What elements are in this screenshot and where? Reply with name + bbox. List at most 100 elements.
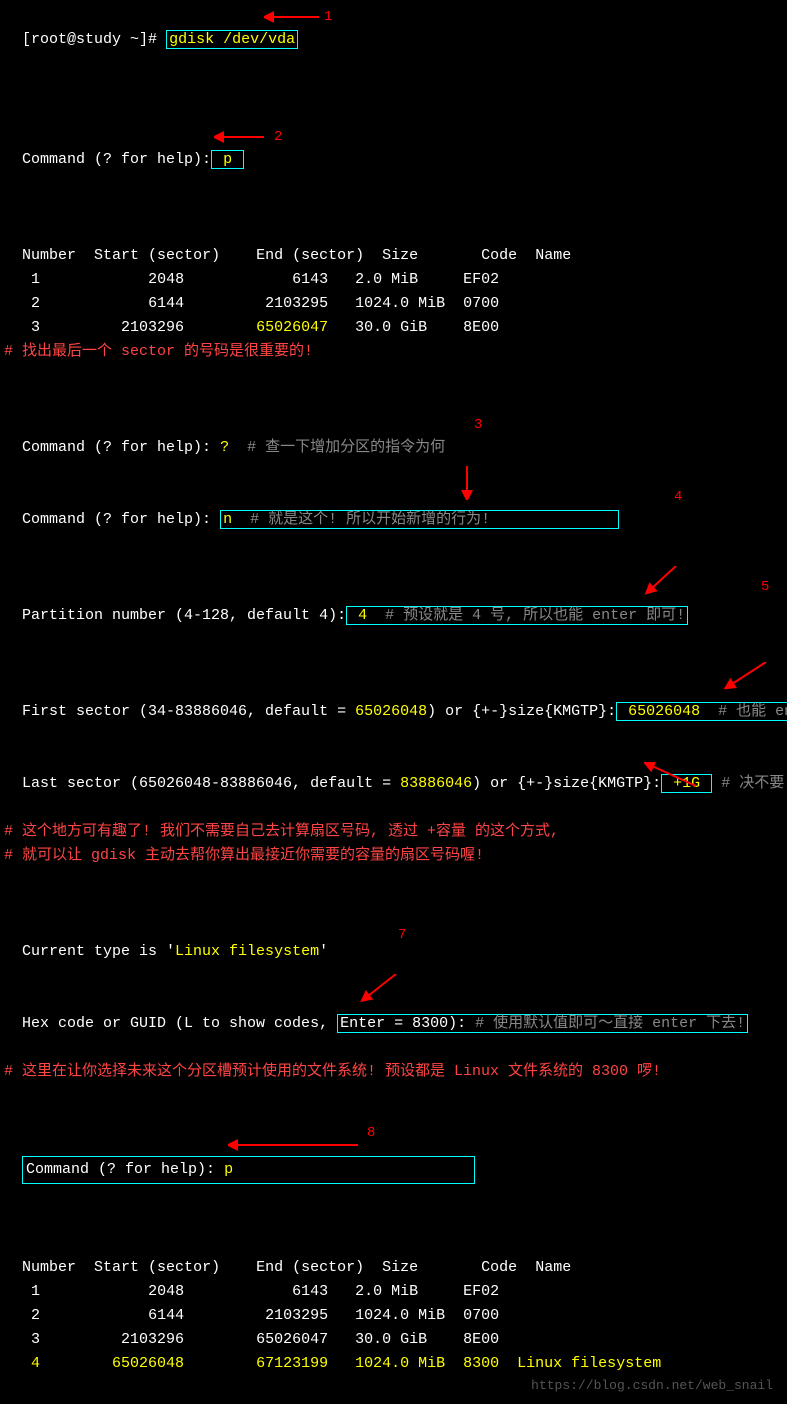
table-row-new: 4 65026048 67123199 1024.0 MiB 8300 Linu… <box>4 1352 783 1400</box>
annotation-3: 3 <box>474 414 482 436</box>
prompt: [root@study ~]# <box>22 31 157 48</box>
cell: 3 <box>31 319 40 336</box>
partition-prompt: Partition number (4-128, default 4): <box>22 607 346 624</box>
cell: Linux filesystem <box>517 1355 661 1372</box>
cell: 1 <box>31 271 40 288</box>
annotation-8: 8 <box>367 1122 375 1144</box>
command-1: gdisk /dev/vda <box>169 31 295 48</box>
cell: 2.0 MiB <box>355 271 418 288</box>
help-prompt: Command (? for help): <box>22 151 211 168</box>
help-prompt: Command (? for help): <box>22 511 211 528</box>
comment-partition: # 预设就是 4 号, 所以也能 enter 即可! <box>385 607 685 624</box>
annotation-5: 5 <box>761 576 769 598</box>
first-prompt2: ) or {+-}size{KMGTP}: <box>427 703 616 720</box>
cell: 2 <box>31 1307 40 1324</box>
terminal-line-3: Command (? for help): ? # 查一下增加分区的指令为何 3 <box>4 412 783 484</box>
last-box: +1G <box>661 774 712 793</box>
comment-hex: # 使用默认值即可～直接 enter 下去! <box>475 1015 745 1032</box>
partition-box: 4 # 预设就是 4 号, 所以也能 enter 即可! <box>346 606 688 625</box>
comment-q: # 查一下增加分区的指令为何 <box>247 439 445 456</box>
cmd-p: p <box>223 151 232 168</box>
first-default: 65026048 <box>355 703 427 720</box>
col-code: Code <box>481 1259 517 1276</box>
command-p2-line: Command (? for help): p 8 <box>4 1132 783 1232</box>
table-row: 1 2048 6143 2.0 MiB EF02 <box>4 268 783 292</box>
comment-2b: # 就可以让 gdisk 主动去帮你算出最接近你需要的容量的扇区号码喔! <box>4 844 783 868</box>
command-box-1: gdisk /dev/vda <box>166 30 298 49</box>
command-box-n: n # 就是这个! 所以开始新增的行为! <box>220 510 619 529</box>
cell: 1024.0 MiB <box>355 295 445 312</box>
comment-n: # 就是这个! 所以开始新增的行为! <box>250 511 490 528</box>
col-start: Start (sector) <box>94 247 220 264</box>
col-number: Number <box>22 1259 76 1276</box>
col-size: Size <box>382 1259 418 1276</box>
col-end: End (sector) <box>256 247 364 264</box>
cell: 8E00 <box>463 319 499 336</box>
terminal-line-2: Command (? for help): p 2 <box>4 124 783 220</box>
cell: 2103295 <box>265 295 328 312</box>
col-name: Name <box>535 1259 571 1276</box>
partition-line: Partition number (4-128, default 4): 4 #… <box>4 580 783 676</box>
help-prompt: Command (? for help): <box>26 1161 215 1178</box>
last-val: +1G <box>673 775 700 792</box>
hex-box: Enter = 8300): # 使用默认值即可～直接 enter 下去! <box>337 1014 748 1033</box>
cell: 4 <box>31 1355 40 1372</box>
last-sector-line: Last sector (65026048-83886046, default … <box>4 748 783 820</box>
annotation-4: 4 <box>674 486 682 508</box>
last-default: 83886046 <box>400 775 472 792</box>
cell: 2048 <box>148 271 184 288</box>
current-type-label: Current type is ' <box>22 943 175 960</box>
first-sector-line: First sector (34-83886046, default = 650… <box>4 676 783 748</box>
cell: 1 <box>31 1283 40 1300</box>
current-type-end: ' <box>319 943 328 960</box>
col-size: Size <box>382 247 418 264</box>
comment-2a: # 这个地方可有趣了! 我们不需要自己去计算扇区号码, 透过 +容量 的这个方式… <box>4 820 783 844</box>
annotation-2: 2 <box>274 126 282 148</box>
annotation-7: 7 <box>398 924 406 946</box>
comment-first: # 也能 enter <box>718 703 787 720</box>
cmd-p2: p <box>224 1161 233 1178</box>
cell: 1024.0 MiB <box>355 1355 445 1372</box>
cell: 2.0 MiB <box>355 1283 418 1300</box>
table-row: 2 6144 2103295 1024.0 MiB 0700 <box>4 1304 783 1328</box>
table-row: 2 6144 2103295 1024.0 MiB 0700 <box>4 292 783 316</box>
arrow-red-icon <box>264 10 319 24</box>
cell: 2048 <box>148 1283 184 1300</box>
cmd-n: n <box>223 511 232 528</box>
cell: 65026048 <box>112 1355 184 1372</box>
cell: 30.0 GiB <box>355 319 427 336</box>
cell: 2103296 <box>121 319 184 336</box>
table-row: 1 2048 6143 2.0 MiB EF02 <box>4 1280 783 1304</box>
cell: 30.0 GiB <box>355 1331 427 1348</box>
last-prompt2: ) or {+-}size{KMGTP}: <box>472 775 661 792</box>
cell: 1024.0 MiB <box>355 1307 445 1324</box>
cell: 2 <box>31 295 40 312</box>
command-box-2: p <box>211 150 244 169</box>
col-end: End (sector) <box>256 1259 364 1276</box>
first-prompt: First sector (34-83886046, default = <box>22 703 355 720</box>
current-type-line: Current type is 'Linux filesystem' 7 <box>4 916 783 988</box>
hex-prompt2: ): <box>448 1015 466 1032</box>
cell: 67123199 <box>256 1355 328 1372</box>
col-code: Code <box>481 247 517 264</box>
command-box-p2: Command (? for help): p <box>22 1156 475 1184</box>
table2-header: Number Start (sector) End (sector) Size … <box>4 1232 783 1280</box>
cell: 8300 <box>463 1355 499 1372</box>
cell: EF02 <box>463 1283 499 1300</box>
cell: 3 <box>31 1331 40 1348</box>
cell: 0700 <box>463 1307 499 1324</box>
cell: 6144 <box>148 295 184 312</box>
table-row: 3 2103296 65026047 30.0 GiB 8E00 <box>4 1328 783 1352</box>
cell: 6143 <box>292 1283 328 1300</box>
comment-last: # 决不要 enter <box>721 775 787 792</box>
cell: 8E00 <box>463 1331 499 1348</box>
last-prompt: Last sector (65026048-83886046, default … <box>22 775 400 792</box>
cell-highlight: 65026047 <box>256 319 328 336</box>
arrow-red-icon <box>228 1138 363 1152</box>
watermark: https://blog.csdn.net/web_snail <box>531 1376 773 1397</box>
current-type-val: Linux filesystem <box>175 943 319 960</box>
col-name: Name <box>535 247 571 264</box>
cell: 0700 <box>463 295 499 312</box>
cell: 65026047 <box>256 1331 328 1348</box>
comment-1: # 找出最后一个 sector 的号码是很重要的! <box>4 340 783 364</box>
